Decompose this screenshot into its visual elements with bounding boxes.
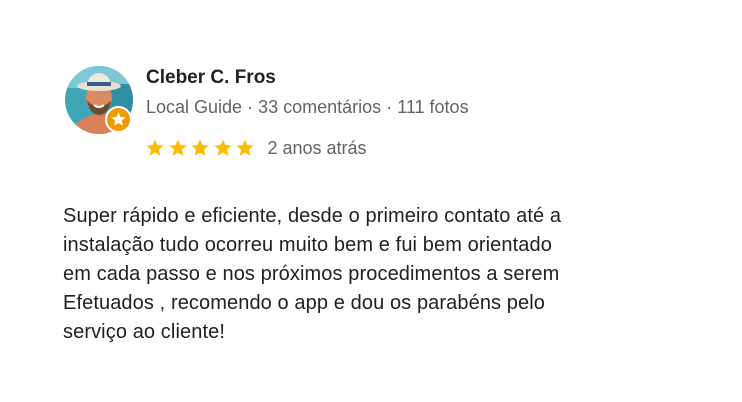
reviews-count: 33 comentários — [258, 97, 382, 117]
review-date: 2 anos atrás — [267, 137, 367, 158]
star-icon — [213, 138, 233, 158]
local-guide-label: Local Guide — [146, 97, 243, 117]
meta-separator: · — [247, 97, 259, 117]
star-icon — [190, 138, 210, 158]
review-text: Super rápido e eficiente, desde o primei… — [63, 202, 703, 347]
review-text-line: Efetuados , recomendo o app e dou os par… — [63, 292, 546, 314]
author-meta: Local Guide · 33 comentários · 111 fotos — [146, 97, 469, 118]
review-text-line: Super rápido e eficiente, desde o primei… — [63, 205, 562, 227]
star-rating — [145, 138, 258, 158]
star-icon — [168, 138, 188, 158]
star-icon — [145, 138, 165, 158]
photos-count: 111 fotos — [397, 97, 469, 117]
review-text-line: instalação tudo ocorreu muito bem e fui … — [63, 234, 552, 256]
meta-separator: · — [386, 97, 398, 117]
rating-row: 2 anos atrás — [145, 136, 367, 160]
review-text-line: em cada passo e nos próximos procediment… — [63, 263, 560, 285]
local-guide-star-badge-icon — [105, 106, 132, 133]
review-text-line: serviço ao cliente! — [63, 321, 225, 343]
author-name[interactable]: Cleber C. Fros — [146, 67, 276, 89]
author-avatar[interactable] — [65, 66, 133, 134]
star-icon — [235, 138, 255, 158]
review-card: Cleber C. Fros Local Guide · 33 comentár… — [0, 0, 742, 402]
